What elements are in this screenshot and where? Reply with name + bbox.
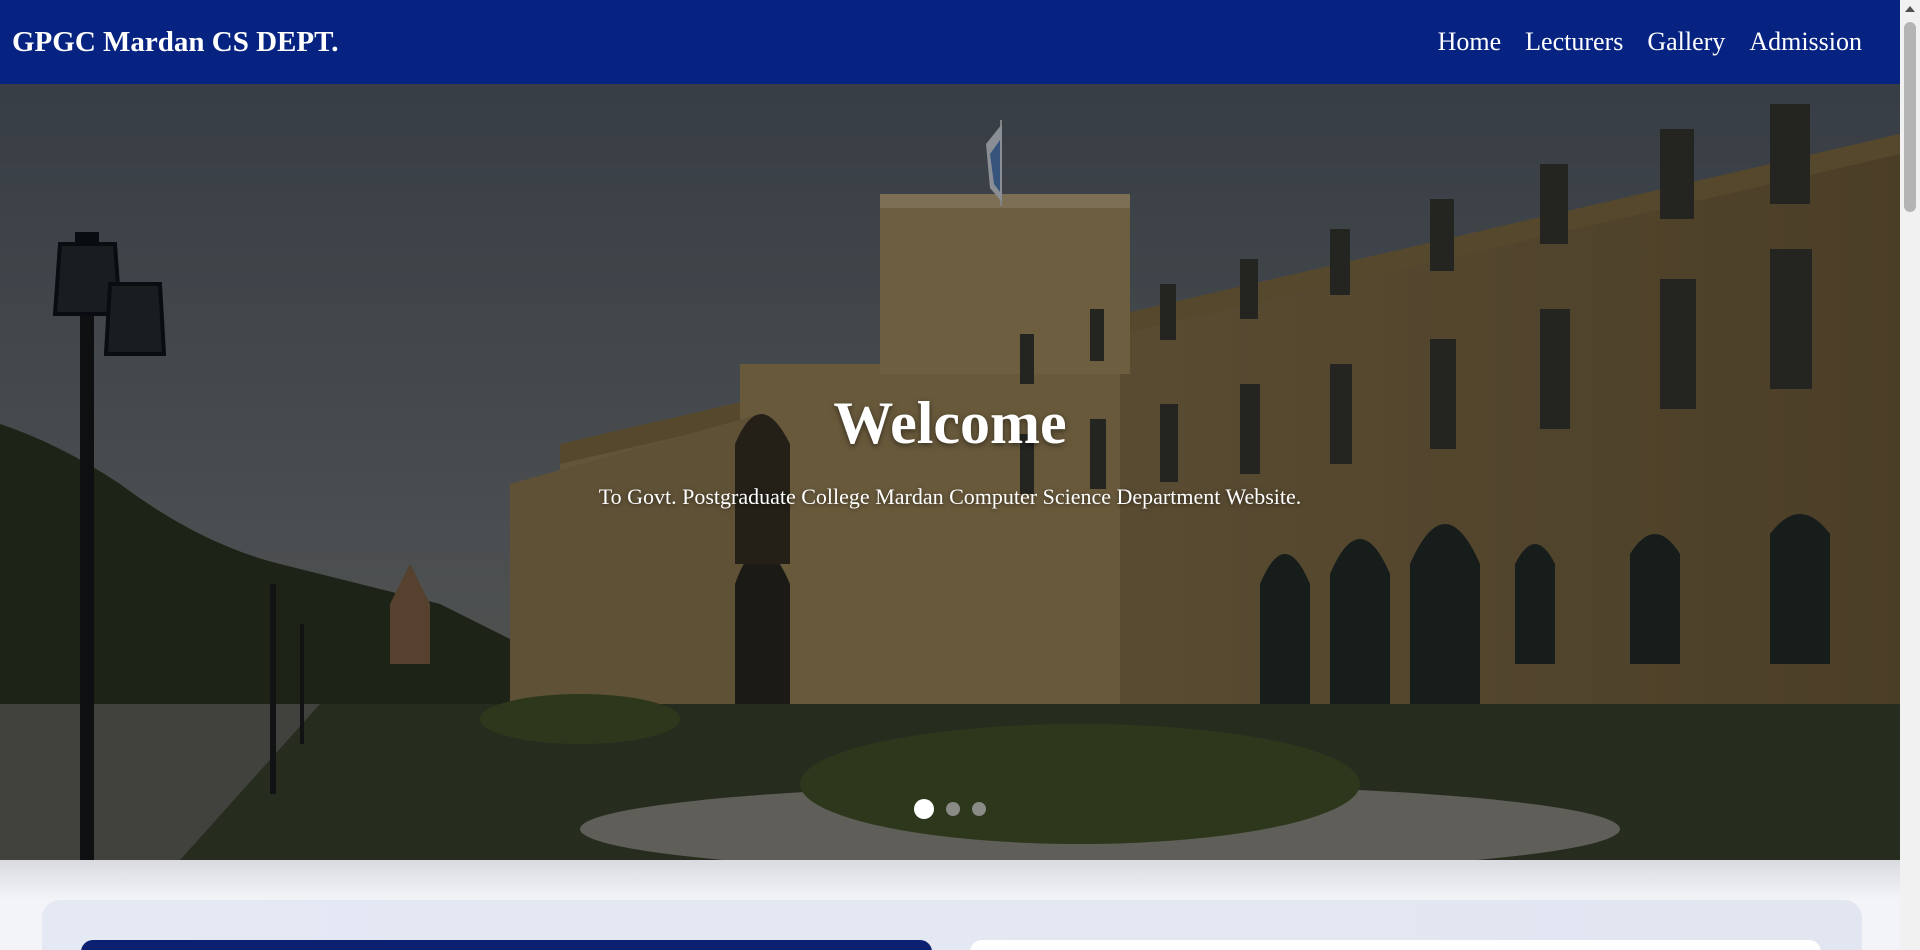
info-card-right — [970, 940, 1821, 950]
hero-subtitle: To Govt. Postgraduate College Mardan Com… — [598, 484, 1302, 509]
nav-admission[interactable]: Admission — [1749, 27, 1862, 57]
carousel-indicators — [0, 799, 1900, 819]
brand-link[interactable]: GPGC Mardan CS DEPT. — [12, 26, 339, 59]
nav-lecturers[interactable]: Lecturers — [1525, 27, 1623, 57]
hero-carousel: Welcome To Govt. Postgraduate College Ma… — [0, 84, 1900, 860]
carousel-dot-1[interactable] — [914, 799, 934, 819]
carousel-dot-2[interactable] — [946, 802, 960, 816]
scroll-up-arrow-icon[interactable] — [1905, 6, 1915, 12]
nav-links: Home Lecturers Gallery Admission — [1438, 27, 1862, 57]
nav-home[interactable]: Home — [1438, 27, 1502, 57]
carousel-dot-3[interactable] — [972, 802, 986, 816]
nav-gallery[interactable]: Gallery — [1647, 27, 1725, 57]
hero-shadow — [0, 860, 1900, 900]
vertical-scrollbar[interactable] — [1900, 0, 1920, 950]
scrollbar-thumb[interactable] — [1904, 22, 1916, 212]
navbar: GPGC Mardan CS DEPT. Home Lecturers Gall… — [0, 0, 1900, 84]
info-card-left — [81, 940, 932, 950]
hero-content: Welcome To Govt. Postgraduate College Ma… — [0, 84, 1900, 860]
page: GPGC Mardan CS DEPT. Home Lecturers Gall… — [0, 0, 1900, 950]
hero-title: Welcome — [833, 390, 1067, 456]
